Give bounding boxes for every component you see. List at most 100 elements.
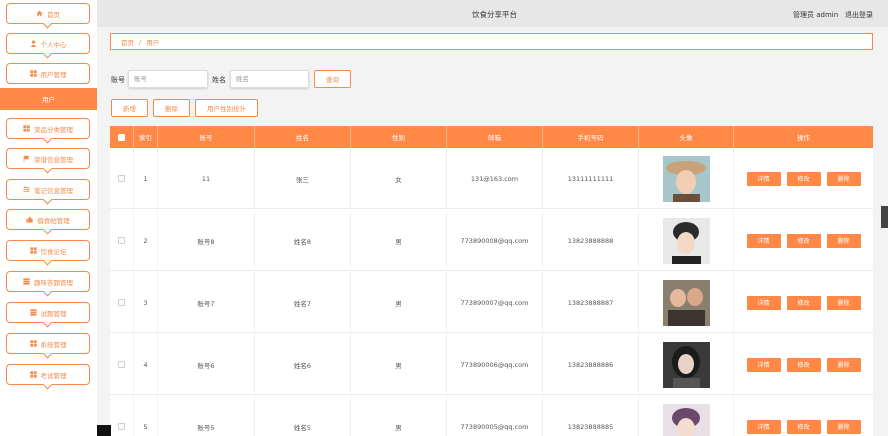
sidebar-item-profile[interactable]: 个人中心 [6,33,90,59]
cell-email: 773890006@qq.com [447,334,543,395]
cell-email: 131@163.com [447,148,543,209]
breadcrumb: 首页 / 用户 [110,33,873,50]
sidebar-item-label: 偏食帖管理 [37,216,70,225]
breadcrumb-separator: / [139,37,142,46]
select-all-checkbox[interactable] [118,133,125,141]
query-button[interactable]: 查询 [314,70,351,88]
sidebar-item-picky-posts[interactable]: 偏食帖管理 [6,209,90,235]
sidebar-subitem-users[interactable]: 用户 [0,88,97,110]
detail-button[interactable]: 详情 [746,171,781,186]
detail-button[interactable]: 详情 [746,295,781,310]
row-checkbox[interactable] [118,361,125,368]
user-info: 管理员 admin [793,11,839,19]
sidebar-item-label: 菜品分类管理 [34,125,73,134]
header-name: 姓名 [255,126,351,148]
grid-icon [29,340,37,347]
side-scroll-tab[interactable] [881,206,888,228]
home-icon [36,10,43,17]
avatar [662,279,710,326]
thumb-icon [26,216,33,223]
header-email: 邮箱 [447,126,543,148]
cell-account: 账号5 [158,396,255,436]
avatar [662,217,710,264]
header-actions: 操作 [797,134,810,142]
cell-gender: 男 [351,272,447,333]
grid-icon [23,125,30,132]
row-checkbox[interactable] [118,237,125,244]
sidebar-item-quiz[interactable]: 趣味答题管理 [6,271,90,297]
sidebar-item-home[interactable]: 首页 [6,3,90,29]
row-checkbox[interactable] [118,423,125,430]
cell-gender: 男 [351,210,447,271]
cell-phone: 13111111111 [543,148,639,209]
sidebar-item-questions[interactable]: 试题管理 [6,302,90,328]
cell-index: 3 [134,272,158,333]
avatar [662,341,710,388]
grid-icon [29,247,37,254]
sidebar-item-recipes[interactable]: 菜谱信息管理 [6,148,90,174]
avatar [662,155,710,202]
add-button[interactable]: 新增 [111,99,148,117]
table-row: 5 账号5 姓名5 男 773890005@qq.com 13823888885… [110,396,873,436]
sliders-icon [23,186,30,192]
edit-button[interactable]: 修改 [786,357,821,372]
row-checkbox[interactable] [118,175,125,182]
edit-button[interactable]: 修改 [786,295,821,310]
cell-index: 2 [134,210,158,271]
sidebar-item-label: 饮食论坛 [40,247,67,256]
detail-button[interactable]: 详情 [746,419,781,434]
account-input[interactable]: 账号 [128,70,208,88]
cell-account: 账号7 [158,272,255,333]
row-delete-button[interactable]: 删除 [826,171,861,186]
name-input[interactable]: 姓名 [230,70,309,88]
grid-icon [29,371,37,378]
sidebar-item-label: 笔记信息管理 [34,186,73,195]
logout-link[interactable]: 退出登录 [845,10,873,20]
table-header: 索引 账号 姓名 性别 邮箱 手机号码 头像 操作 [110,126,873,148]
person-icon [30,40,36,47]
sidebar-item-category[interactable]: 菜品分类管理 [6,118,90,144]
sidebar-item-label: 用户管理 [40,70,67,79]
corner-block [97,425,111,436]
edit-button[interactable]: 修改 [786,419,821,434]
breadcrumb-home[interactable]: 首页 [121,37,134,47]
delete-button[interactable]: 删除 [153,99,190,117]
sidebar-item-forum[interactable]: 饮食论坛 [6,240,90,266]
sidebar-item-system[interactable]: 系统管理 [6,333,90,359]
cell-account: 11 [158,148,255,209]
sidebar-item-label: 个人中心 [40,40,67,49]
cell-phone: 13823888885 [543,396,639,436]
header-index: 索引 [134,126,158,148]
cell-name: 姓名6 [255,334,351,395]
row-delete-button[interactable]: 删除 [826,419,861,434]
sidebar-item-users[interactable]: 用户管理 [6,63,90,84]
table-row: 3 账号7 姓名7 男 773890007@qq.com 13823888887… [110,272,873,333]
gender-stats-button[interactable]: 用户性别统计 [195,99,258,117]
cell-name: 姓名7 [255,272,351,333]
cell-index: 1 [134,148,158,209]
sidebar-item-label: 系统管理 [40,340,67,349]
cell-name: 张三 [255,148,351,209]
cell-index: 4 [134,334,158,395]
stack-icon [23,278,30,285]
sidebar-item-notes[interactable]: 笔记信息管理 [6,179,90,205]
row-delete-button[interactable]: 删除 [826,357,861,372]
cell-account: 账号8 [158,210,255,271]
edit-button[interactable]: 修改 [786,171,821,186]
edit-button[interactable]: 修改 [786,233,821,248]
cell-name: 姓名5 [255,396,351,436]
cell-email: 773890007@qq.com [447,272,543,333]
row-checkbox[interactable] [118,299,125,306]
cell-name: 姓名8 [255,210,351,271]
row-delete-button[interactable]: 删除 [826,233,861,248]
sidebar-item-exam[interactable]: 考试管理 [6,364,90,390]
cell-phone: 13823888886 [543,334,639,395]
cell-phone: 13823888888 [543,210,639,271]
grid-icon [29,70,37,77]
breadcrumb-current: 用户 [146,38,160,47]
header-phone: 手机号码 [543,126,639,148]
detail-button[interactable]: 详情 [746,357,781,372]
header-avatar: 头像 [639,126,734,148]
detail-button[interactable]: 详情 [746,233,781,248]
row-delete-button[interactable]: 删除 [826,295,861,310]
